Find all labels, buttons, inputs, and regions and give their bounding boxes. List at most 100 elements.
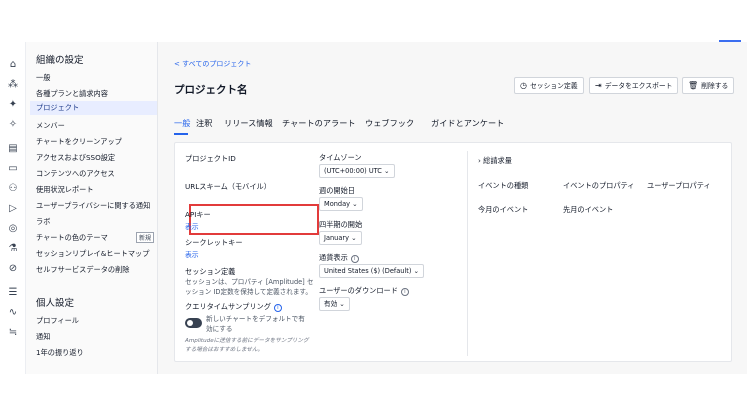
session-description-line1: セッションは、プロパティ [Amplitude] セ	[185, 278, 314, 286]
delete-label: 削除する	[701, 82, 729, 90]
nav-privacy-notice[interactable]: ユーザープライバシーに関する通知	[36, 201, 150, 211]
table-icon[interactable]: ▤	[6, 142, 20, 156]
tab-guides-surveys[interactable]: ガイドとアンケート	[431, 117, 504, 129]
trash-icon: 🗑	[688, 81, 699, 90]
nav-chart-color-theme[interactable]: チャートの色のテーマ	[36, 233, 108, 243]
tab-release-info[interactable]: リリース情報	[224, 117, 273, 129]
nav-usage-reports[interactable]: 使用状況レポート	[36, 185, 94, 195]
home-icon[interactable]: ⌂	[6, 58, 20, 72]
flow-icon[interactable]: ≒	[6, 326, 20, 340]
tab-general[interactable]: 一般	[174, 117, 190, 129]
this-month-events-label: 今月のイベント	[478, 205, 529, 214]
tab-chart-alerts[interactable]: チャートのアラート	[282, 117, 356, 129]
delete-button[interactable]: 🗑 削除する	[682, 77, 735, 94]
session-definition-label: セッション定義	[529, 82, 578, 90]
sampling-toggle-label-line1: 新しいチャートをデフォルトで有	[206, 315, 305, 323]
secret-key-label: シークレットキー	[185, 238, 243, 247]
pulse-icon[interactable]: ∿	[6, 306, 20, 320]
project-id-label: プロジェクトID	[185, 154, 236, 163]
nav-chart-cleanup[interactable]: チャートをクリーンアップ	[36, 137, 122, 147]
sampling-toggle[interactable]	[185, 318, 202, 328]
personal-settings-title: 個人設定	[36, 298, 75, 309]
timezone-value: (UTC+00:00) UTC	[324, 167, 382, 175]
play-icon[interactable]: ▷	[6, 202, 20, 216]
sampling-label-text: クエリタイムサンプリング	[185, 302, 271, 311]
chevron-down-icon: ⌄	[351, 234, 357, 242]
main-content: < すべてのプロジェクト プロジェクト名 ◷ セッション定義 ⇥ データをエクスポー…	[158, 42, 747, 374]
nav-data-deletion[interactable]: セルフサービスデータの削除	[36, 265, 129, 275]
nav-year-in-review[interactable]: 1年の振り返り	[36, 348, 84, 358]
nav-general[interactable]: 一般	[36, 73, 50, 83]
quarter-start-value: January	[324, 234, 349, 242]
column-divider	[467, 151, 468, 356]
chevron-down-icon: ⌄	[384, 167, 390, 175]
chevron-down-icon: ⌄	[413, 267, 420, 275]
star-icon[interactable]: ✧	[6, 118, 20, 132]
nav-notifications[interactable]: 通知	[36, 332, 50, 342]
new-badge: 新規	[136, 232, 155, 243]
nav-projects[interactable]: プロジェクト	[30, 101, 157, 115]
bottom-area	[0, 374, 747, 420]
week-start-label: 週の開始日	[319, 186, 355, 195]
export-icon: ⇥	[595, 81, 602, 90]
nav-labs[interactable]: ラボ	[36, 217, 50, 227]
settings-sidebar: 組織の設定 一般 各種プランと請求内容 プロジェクト メンバー チャートをクリー…	[26, 42, 158, 374]
monitor-icon[interactable]: ▭	[6, 162, 20, 176]
session-definition-label: セッション定義	[185, 267, 236, 276]
timezone-select[interactable]: (UTC+00:00) UTC ⌄	[319, 164, 395, 178]
nav-access-sso[interactable]: アクセスおよびSSO設定	[36, 153, 115, 163]
compass-icon[interactable]: ⊘	[6, 262, 20, 276]
users-icon[interactable]: ⚇	[6, 182, 20, 196]
nav-session-replay[interactable]: セッションリプレイ&ヒートマップ	[36, 249, 149, 259]
currency-value: United States ($) (Default)	[324, 267, 412, 275]
week-start-select[interactable]: Monday ⌄	[319, 197, 363, 211]
clock-icon: ◷	[520, 81, 527, 90]
export-data-button[interactable]: ⇥ データをエクスポート	[589, 77, 679, 94]
url-scheme-label: URLスキーム（モバイル）	[185, 182, 271, 191]
api-key-label: APIキー	[185, 210, 211, 219]
target-icon[interactable]: ◎	[6, 222, 20, 236]
org-settings-title: 組織の設定	[36, 55, 84, 66]
top-bar	[0, 0, 747, 42]
info-icon[interactable]: i	[273, 304, 282, 312]
sparkle-icon[interactable]: ✦	[6, 98, 20, 112]
sampling-label: クエリタイムサンプリング i	[185, 302, 282, 312]
last-month-events-label: 先月のイベント	[563, 205, 614, 214]
nav-plans-billing[interactable]: 各種プランと請求内容	[36, 89, 108, 99]
database-icon[interactable]: ☰	[6, 286, 20, 300]
currency-label: 通貨表示 i	[319, 253, 359, 263]
nav-members[interactable]: メンバー	[36, 121, 65, 131]
total-billing-toggle[interactable]: › 総請求量	[478, 156, 512, 166]
sampling-toggle-label-line2: 効にする	[206, 325, 233, 333]
secret-key-show-link[interactable]: 表示	[185, 249, 199, 259]
currency-select[interactable]: United States ($) (Default) ⌄	[319, 264, 425, 278]
flask-icon[interactable]: ⚗	[6, 242, 20, 256]
back-to-projects-link[interactable]: < すべてのプロジェクト	[174, 59, 251, 69]
tab-webhooks[interactable]: ウェブフック	[365, 117, 414, 129]
user-download-label-text: ユーザーのダウンロード	[319, 286, 398, 295]
session-description-line2: ッション ID定数を保持して定義されます。	[185, 288, 312, 296]
event-types-header: イベントの種類	[478, 181, 529, 190]
sampling-note-line2: する場合はおすすめしません。	[185, 347, 264, 353]
nav-profile[interactable]: プロフィール	[36, 316, 79, 326]
sampling-note-line1: Amplitudeに送信する前にデータをサンプリング	[185, 338, 309, 344]
nav-content-access[interactable]: コンテンツへのアクセス	[36, 169, 115, 179]
active-tab-indicator	[174, 133, 188, 135]
timezone-label: タイムゾーン	[319, 153, 362, 162]
info-icon[interactable]: i	[400, 288, 409, 296]
api-key-show-link[interactable]: 表示	[185, 221, 199, 231]
info-icon[interactable]: i	[350, 255, 359, 263]
quarter-start-select[interactable]: January ⌄	[319, 231, 362, 245]
quarter-start-label: 四半期の開始	[319, 220, 363, 229]
session-definition-button[interactable]: ◷ セッション定義	[514, 77, 584, 94]
settings-card: プロジェクトID URLスキーム（モバイル） APIキー 表示 シークレットキー…	[174, 142, 732, 362]
user-download-select[interactable]: 有効 ⌄	[319, 297, 350, 311]
chart-icon[interactable]: ⁂	[6, 78, 20, 92]
user-download-value: 有効	[324, 300, 338, 308]
page-title: プロジェクト名	[174, 84, 248, 96]
chevron-down-icon: ⌄	[339, 300, 345, 308]
export-data-label: データをエクスポート	[604, 82, 673, 90]
user-download-label: ユーザーのダウンロード i	[319, 286, 409, 296]
tab-annotations[interactable]: 注釈	[196, 117, 212, 129]
chevron-down-icon: ⌄	[352, 200, 358, 208]
